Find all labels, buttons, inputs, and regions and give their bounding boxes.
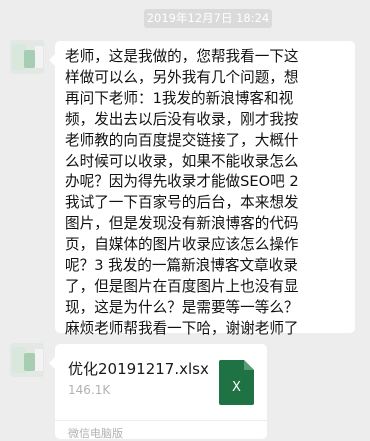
message-line: 我试了一下百家号的后台，本来想发	[65, 194, 299, 212]
file-name: 优化20191217.xlsx	[68, 360, 209, 378]
message-line: 办呢？因为得先收录才能做SEO吧 2	[65, 173, 299, 191]
divider	[55, 420, 267, 421]
message-line: 老师，这是我做的，您帮我看一下这	[65, 48, 299, 65]
message-line: 现，这是为什么？是需要等一等么？	[65, 298, 299, 316]
message-line: 页，自媒体的图片收录应该怎么操作	[65, 236, 299, 254]
message-bubble[interactable]: 老师，这是我做的，您帮我看一下这 样做可以么，另外我有几个问题，想 再问下老师：…	[49, 41, 355, 337]
file-size: 146.1K	[68, 383, 111, 397]
message-line: 呢？3 我发的一篇新浪博客文章收录	[65, 257, 298, 275]
file-attachment-card[interactable]: 优化20191217.xlsx 146.1K X 微信电脑版	[49, 344, 267, 440]
sender-avatar[interactable]	[10, 40, 44, 74]
message-line: 老师教的向百度提交链接了，大概什	[65, 131, 299, 149]
message-line: 再问下老师：1我发的新浪博客和视	[65, 89, 294, 107]
sender-avatar[interactable]	[10, 343, 44, 377]
message-line: 频，发出去以后没有收录，刚才我按	[65, 110, 299, 128]
message-line: 图片，但是发现没有新浪博客的代码	[65, 215, 299, 233]
message-line: 了，但是图片在百度图片上也没有显	[65, 277, 299, 295]
message-line: 样做可以么，另外我有几个问题，想	[65, 68, 299, 86]
excel-icon-letter: X	[232, 380, 241, 395]
message-timestamp: 2019年12月7日 18:24	[144, 9, 272, 28]
message-line: 么时候可以收录，如果不能收录怎么	[65, 152, 299, 170]
message-line: 麻烦老师帮我看一下哈，谢谢老师了	[65, 319, 299, 337]
excel-file-icon: X	[219, 360, 254, 405]
